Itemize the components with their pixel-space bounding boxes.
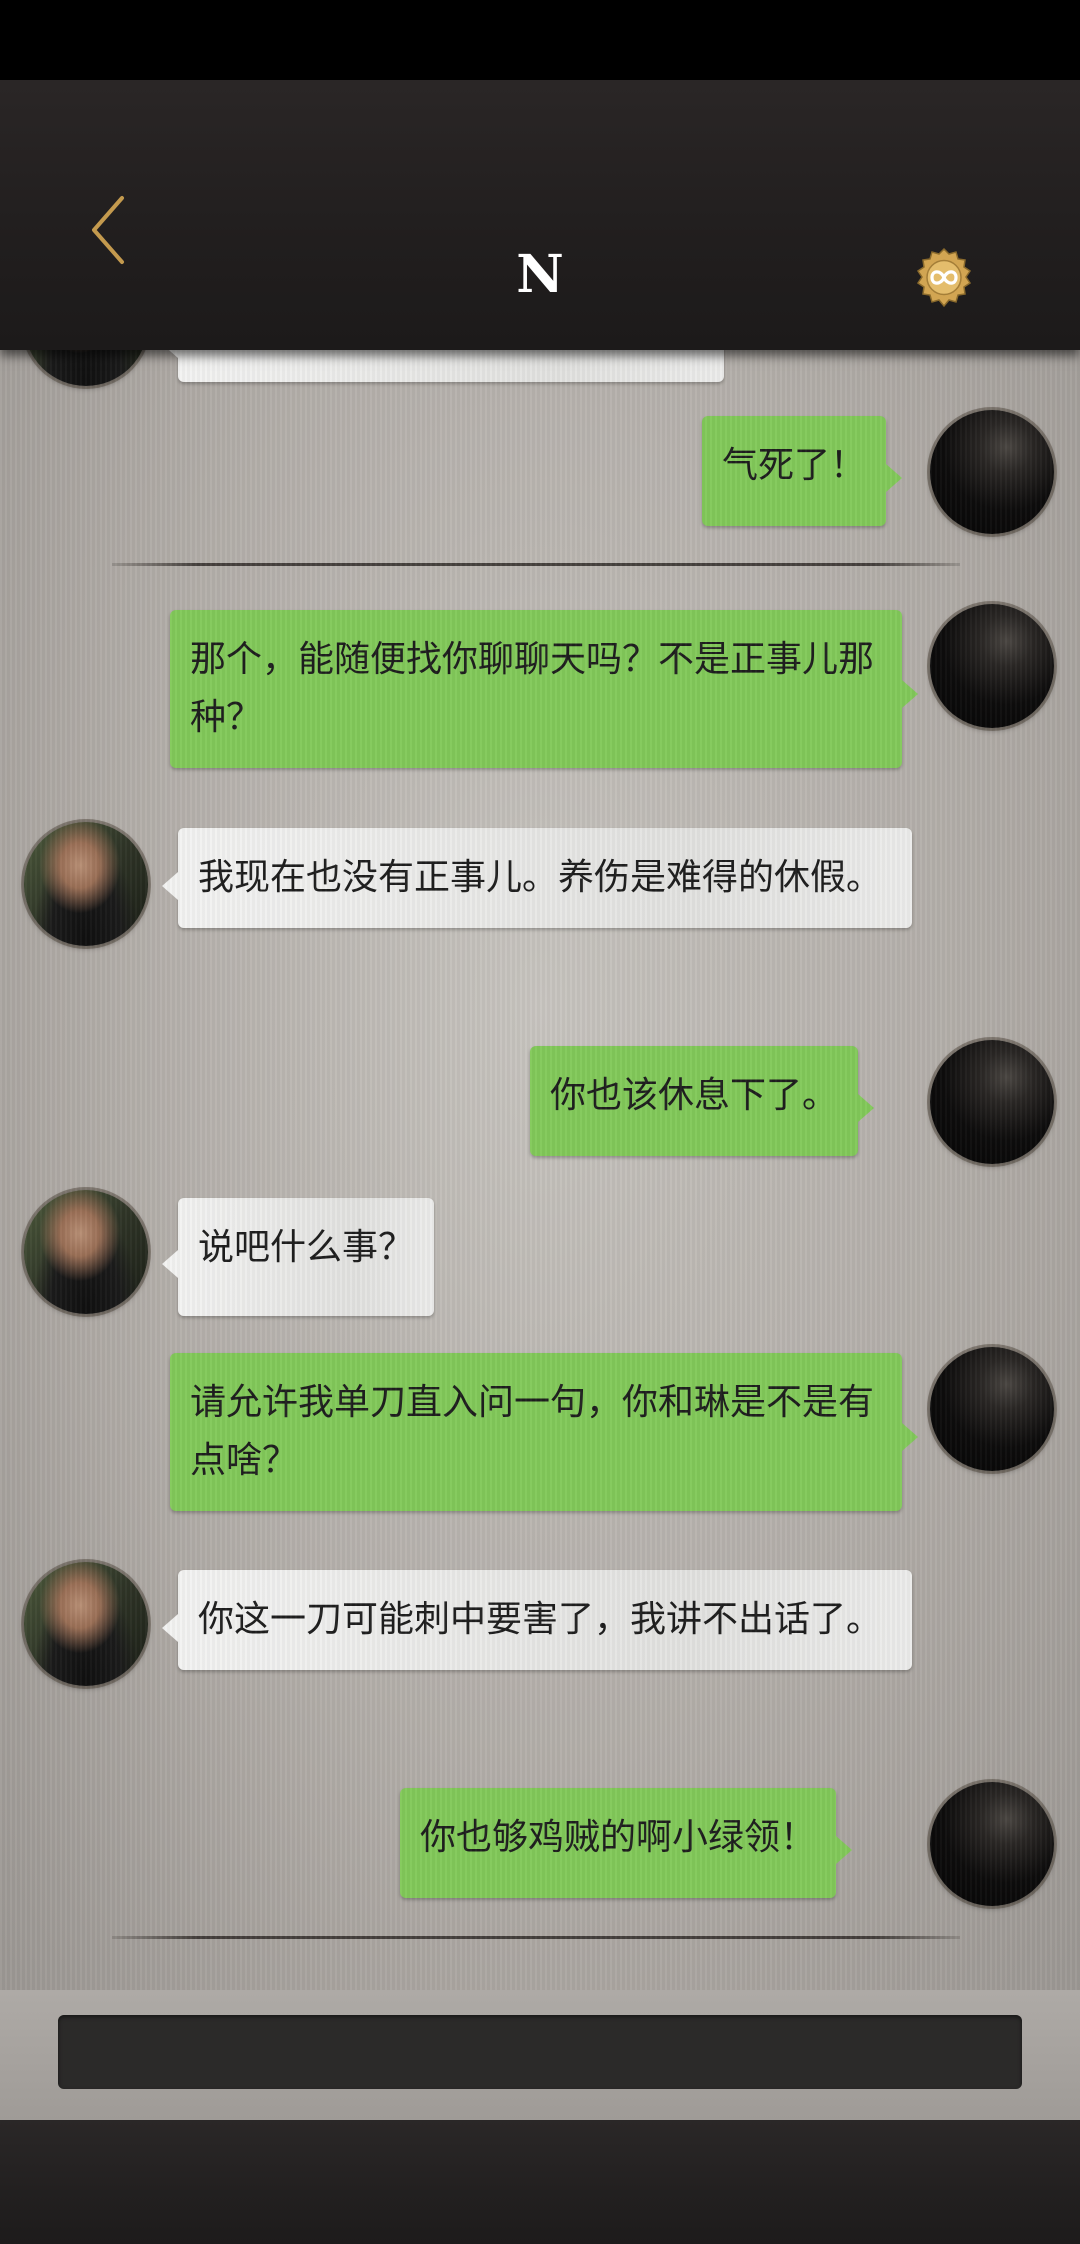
message-bubble-outgoing[interactable]: 气死了！ (702, 416, 903, 526)
message-bubble-partial (162, 350, 724, 382)
message-text: 你这一刀可能刺中要害了，我讲不出话了。 (198, 1599, 883, 1640)
message-input[interactable] (58, 2015, 1022, 2089)
message-bubble-outgoing[interactable]: 你也够鸡贼的啊小绿领！ (400, 1788, 853, 1898)
message-bubble-incoming[interactable]: 说吧什么事？ (161, 1198, 435, 1316)
chat-divider (112, 1936, 960, 1939)
player-avatar[interactable] (930, 604, 1054, 728)
player-avatar[interactable] (930, 1040, 1054, 1164)
message-text: 请允许我单刀直入问一句，你和琳是不是有点啥？ (190, 1382, 875, 1481)
message-text: 那个，能随便找你聊聊天吗？不是正事儿那种？ (190, 639, 875, 738)
player-avatar[interactable] (930, 1347, 1054, 1471)
message-text: 说吧什么事？ (198, 1227, 415, 1268)
npc-avatar[interactable] (24, 822, 148, 946)
message-bubble-incoming[interactable]: 我现在也没有正事儿。养伤是难得的休假。 (162, 828, 912, 928)
npc-avatar[interactable] (24, 1562, 148, 1686)
infinity-badge-icon (916, 247, 972, 308)
bottom-bar (0, 2120, 1080, 2244)
message-bubble-outgoing[interactable]: 那个，能随便找你聊聊天吗？不是正事儿那种？ (170, 610, 918, 768)
npc-avatar[interactable] (24, 350, 148, 386)
message-bubble-outgoing[interactable]: 请允许我单刀直入问一句，你和琳是不是有点啥？ (170, 1353, 918, 1511)
player-avatar[interactable] (930, 410, 1054, 534)
player-avatar[interactable] (930, 1782, 1054, 1906)
message-text: 气死了！ (722, 445, 867, 486)
message-bubble-outgoing[interactable]: 你也该休息下了。 (530, 1046, 875, 1156)
chat-divider (112, 563, 960, 566)
infinity-badge-button[interactable] (912, 246, 976, 310)
message-text: 你也够鸡贼的啊小绿领！ (420, 1817, 817, 1858)
status-bar (0, 0, 1080, 80)
message-bubble-incoming[interactable]: 你这一刀可能刺中要害了，我讲不出话了。 (162, 1570, 912, 1670)
npc-avatar[interactable] (24, 1190, 148, 1314)
message-text: 我现在也没有正事儿。养伤是难得的休假。 (198, 857, 883, 898)
message-text: 你也该休息下了。 (550, 1075, 839, 1116)
chat-area[interactable]: 气死了！ 那个，能随便找你聊聊天吗？不是正事儿那种？ 我现在也没有正事儿。养伤是… (0, 350, 1080, 1990)
